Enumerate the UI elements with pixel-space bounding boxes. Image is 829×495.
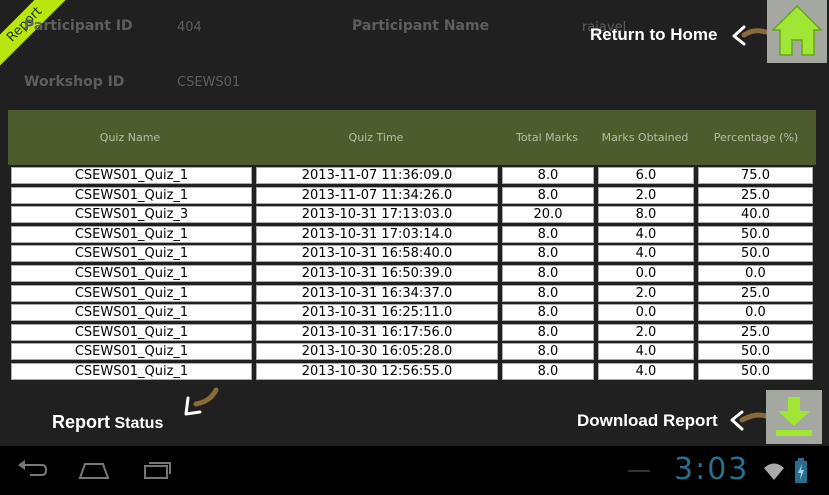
- cell-marks-obtained: 2.0: [598, 186, 694, 204]
- cell-quiz-time: 2013-10-31 17:13:03.0: [256, 206, 498, 224]
- cell-quiz-time: 2013-10-30 16:05:28.0: [256, 343, 498, 361]
- cell-total-marks: 8.0: [502, 363, 594, 380]
- back-icon[interactable]: [16, 460, 48, 480]
- cell-marks-obtained: 8.0: [598, 206, 694, 224]
- participant-name-label: Participant Name: [352, 18, 490, 34]
- cell-quiz-time: 2013-11-07 11:34:26.0: [256, 186, 498, 204]
- cell-percentage: 50.0: [698, 363, 813, 380]
- workshop-id-label: Workshop ID: [24, 74, 125, 90]
- cell-percentage: 25.0: [698, 186, 813, 204]
- report-table-header: Quiz Name Quiz Time Total Marks Marks Ob…: [8, 110, 816, 165]
- wifi-icon: [764, 463, 784, 480]
- cell-quiz-name: CSEWS01_Quiz_1: [11, 265, 252, 282]
- cell-quiz-time: 2013-10-31 16:25:11.0: [256, 304, 498, 322]
- column-header-total-marks: Total Marks: [515, 131, 579, 144]
- report-status-hint: Report Status: [52, 412, 163, 433]
- cell-total-marks: 8.0: [502, 265, 594, 282]
- cell-quiz-time: 2013-10-31 16:34:37.0: [256, 284, 498, 302]
- table-row[interactable]: CSEWS01_Quiz_1 2013-10-30 12:56:55.0 8.0 4.…: [8, 362, 816, 382]
- cell-total-marks: 8.0: [502, 284, 594, 302]
- report-status-hint-big: Report: [52, 412, 110, 432]
- column-header-percentage: Percentage (%): [713, 131, 799, 144]
- cell-total-marks: 8.0: [502, 186, 594, 204]
- cell-quiz-name: CSEWS01_Quiz_1: [11, 363, 252, 380]
- cell-percentage: 50.0: [698, 245, 813, 263]
- cell-quiz-name: CSEWS01_Quiz_3: [11, 206, 252, 224]
- column-header-quiz-name: Quiz Name: [99, 131, 161, 144]
- cell-percentage: 25.0: [698, 284, 813, 302]
- hint-arrow-icon: [730, 410, 768, 431]
- cell-percentage: 40.0: [698, 206, 813, 224]
- cell-percentage: 0.0: [698, 265, 813, 282]
- column-header-quiz-time: Quiz Time: [348, 131, 404, 144]
- notification-indicator: [628, 470, 650, 472]
- report-ribbon: Report: [0, 0, 72, 72]
- cell-marks-obtained: 2.0: [598, 323, 694, 341]
- table-row[interactable]: CSEWS01_Quiz_1 2013-10-30 16:05:28.0 8.0 4.…: [8, 342, 816, 362]
- cell-quiz-name: CSEWS01_Quiz_1: [11, 284, 252, 302]
- report-table-body[interactable]: CSEWS01_Quiz_1 2013-11-07 11:36:09.0 8.0 6.…: [8, 166, 816, 388]
- participant-id-label: Participant ID: [24, 18, 133, 34]
- cell-percentage: 25.0: [698, 323, 813, 341]
- table-row[interactable]: CSEWS01_Quiz_1 2013-10-31 16:50:39.0 8.0 0.…: [8, 264, 816, 284]
- cell-marks-obtained: 4.0: [598, 343, 694, 361]
- workshop-id-value: CSEWS01: [177, 75, 241, 90]
- home-icon: [771, 4, 823, 56]
- status-clock: 3:03: [674, 452, 750, 487]
- cell-percentage: 0.0: [698, 304, 813, 322]
- cell-marks-obtained: 2.0: [598, 284, 694, 302]
- download-report-button[interactable]: [766, 390, 822, 444]
- cell-quiz-name: CSEWS01_Quiz_1: [11, 323, 252, 341]
- cell-marks-obtained: 4.0: [598, 363, 694, 380]
- cell-total-marks: 20.0: [502, 206, 594, 224]
- report-screen: Report Participant ID 404 Participant Na…: [0, 0, 829, 446]
- cell-marks-obtained: 4.0: [598, 245, 694, 263]
- nav-home-icon[interactable]: [78, 460, 110, 480]
- cell-percentage: 75.0: [698, 167, 813, 184]
- table-row[interactable]: CSEWS01_Quiz_1 2013-10-31 17:03:14.0 8.0 4.…: [8, 225, 816, 245]
- cell-total-marks: 8.0: [502, 167, 594, 184]
- cell-marks-obtained: 0.0: [598, 265, 694, 282]
- cell-quiz-name: CSEWS01_Quiz_1: [11, 245, 252, 263]
- table-row[interactable]: CSEWS01_Quiz_1 2013-11-07 11:34:26.0 8.0 2.…: [8, 186, 816, 206]
- table-row[interactable]: CSEWS01_Quiz_1 2013-10-31 16:58:40.0 8.0 4.…: [8, 244, 816, 264]
- table-row[interactable]: CSEWS01_Quiz_1 2013-10-31 16:34:37.0 8.0 2.…: [8, 284, 816, 304]
- cell-total-marks: 8.0: [502, 323, 594, 341]
- cell-marks-obtained: 6.0: [598, 167, 694, 184]
- cell-marks-obtained: 4.0: [598, 225, 694, 243]
- battery-icon: [795, 458, 807, 483]
- cell-quiz-time: 2013-10-31 16:50:39.0: [256, 265, 498, 282]
- cell-quiz-time: 2013-10-30 12:56:55.0: [256, 363, 498, 380]
- home-button[interactable]: [767, 0, 827, 63]
- participant-id-value: 404: [177, 20, 202, 35]
- return-home-hint: Return to Home: [590, 25, 718, 44]
- column-header-marks-obtained: Marks Obtained: [601, 131, 689, 144]
- table-row[interactable]: CSEWS01_Quiz_1 2013-11-07 11:36:09.0 8.0 6.…: [8, 166, 816, 186]
- cell-total-marks: 8.0: [502, 343, 594, 361]
- cell-quiz-time: 2013-10-31 17:03:14.0: [256, 225, 498, 243]
- cell-quiz-time: 2013-10-31 16:17:56.0: [256, 323, 498, 341]
- cell-percentage: 50.0: [698, 225, 813, 243]
- cell-percentage: 50.0: [698, 343, 813, 361]
- cell-marks-obtained: 0.0: [598, 304, 694, 322]
- cell-quiz-name: CSEWS01_Quiz_1: [11, 167, 252, 184]
- cell-quiz-name: CSEWS01_Quiz_1: [11, 225, 252, 243]
- cell-total-marks: 8.0: [502, 225, 594, 243]
- download-report-hint: Download Report: [577, 411, 718, 430]
- cell-quiz-name: CSEWS01_Quiz_1: [11, 304, 252, 322]
- table-row[interactable]: CSEWS01_Quiz_1 2013-10-31 16:25:11.0 8.0 0.…: [8, 303, 816, 323]
- hint-arrow-icon: [184, 387, 219, 416]
- download-icon: [776, 397, 812, 436]
- recent-apps-icon[interactable]: [142, 460, 172, 480]
- table-row[interactable]: CSEWS01_Quiz_3 2013-10-31 17:13:03.0 20.0 8…: [8, 205, 816, 225]
- cell-quiz-time: 2013-11-07 11:36:09.0: [256, 167, 498, 184]
- report-status-hint-small: Status: [114, 415, 164, 432]
- cell-quiz-name: CSEWS01_Quiz_1: [11, 343, 252, 361]
- cell-quiz-name: CSEWS01_Quiz_1: [11, 186, 252, 204]
- cell-total-marks: 8.0: [502, 245, 594, 263]
- cell-total-marks: 8.0: [502, 304, 594, 322]
- cell-quiz-time: 2013-10-31 16:58:40.0: [256, 245, 498, 263]
- hint-arrow-icon: [732, 25, 768, 46]
- table-row[interactable]: CSEWS01_Quiz_1 2013-10-31 16:17:56.0 8.0 2.…: [8, 323, 816, 343]
